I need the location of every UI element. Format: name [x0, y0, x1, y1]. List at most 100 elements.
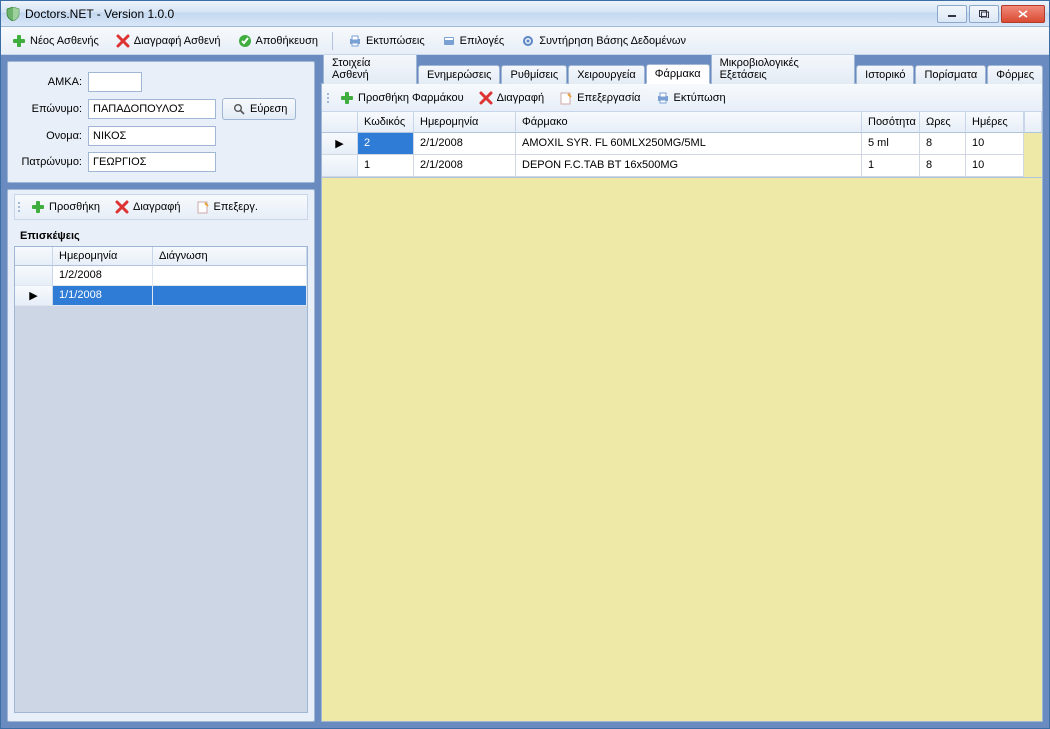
col-date[interactable]: Ημερομηνία: [53, 247, 153, 266]
printer-icon: [347, 33, 363, 49]
new-patient-label: Νέος Ασθενής: [30, 35, 99, 47]
meds-grid-header: Κωδικός Ημερομηνία Φάρμακο Ποσότητα Ωρες…: [322, 112, 1042, 133]
tab-updates[interactable]: Ενημερώσεις: [418, 65, 500, 84]
tab-history[interactable]: Ιστορικό: [856, 65, 914, 84]
tab-findings[interactable]: Πορίσματα: [915, 65, 986, 84]
med-print-button[interactable]: Εκτύπωση: [649, 88, 732, 108]
med-code-cell[interactable]: 2: [358, 133, 414, 155]
pencil-icon: [195, 199, 211, 215]
visits-grid-header: Ημερομηνία Διάγνωση: [15, 247, 307, 266]
close-button[interactable]: [1001, 5, 1045, 23]
pencil-icon: [558, 90, 574, 106]
meds-grid-wrap: Κωδικός Ημερομηνία Φάρμακο Ποσότητα Ωρες…: [322, 112, 1042, 721]
save-label: Αποθήκευση: [256, 35, 318, 47]
app-window: Doctors.NET - Version 1.0.0 Νέος Ασθενής: [0, 0, 1050, 729]
options-label: Επιλογές: [460, 35, 505, 47]
gear-icon: [520, 33, 536, 49]
row-indicator-icon: ▶: [322, 133, 358, 155]
meds-row[interactable]: 1 2/1/2008 DEPON F.C.TAB BT 16x500MG 1 8…: [322, 155, 1042, 177]
plus-icon: [30, 199, 46, 215]
row-header-icon: [322, 155, 358, 177]
print-button[interactable]: Εκτυπώσεις: [341, 31, 431, 51]
x-red-icon: [478, 90, 494, 106]
amka-input[interactable]: [88, 72, 142, 92]
surname-input[interactable]: [88, 99, 216, 119]
x-red-icon: [114, 199, 130, 215]
col-date[interactable]: Ημερομηνία: [414, 112, 516, 133]
search-button-label: Εύρεση: [250, 103, 287, 115]
row-indicator-icon: ▶: [15, 286, 53, 306]
col-code[interactable]: Κωδικός: [358, 112, 414, 133]
med-qty-cell[interactable]: 5 ml: [862, 133, 920, 155]
col-hours[interactable]: Ωρες: [920, 112, 966, 133]
visits-row[interactable]: ▶ 1/1/2008: [15, 286, 307, 306]
visit-add-label: Προσθήκη: [49, 201, 100, 213]
med-days-cell[interactable]: 10: [966, 133, 1024, 155]
med-hours-cell[interactable]: 8: [920, 155, 966, 177]
name-input[interactable]: [88, 126, 216, 146]
med-qty-cell[interactable]: 1: [862, 155, 920, 177]
plus-icon: [339, 90, 355, 106]
right-column: Στοιχεία Ασθενή Ενημερώσεις Ρυθμίσεις Χε…: [321, 61, 1043, 722]
name-label: Ονομα:: [16, 130, 88, 142]
med-add-button[interactable]: Προσθήκη Φαρμάκου: [333, 88, 470, 108]
plus-icon: [11, 33, 27, 49]
med-date-cell[interactable]: 2/1/2008: [414, 155, 516, 177]
minimize-button[interactable]: [937, 5, 967, 23]
tab-forms[interactable]: Φόρμες: [987, 65, 1043, 84]
visit-add-button[interactable]: Προσθήκη: [24, 197, 106, 217]
row-header-icon: [15, 266, 53, 286]
tab-meds[interactable]: Φάρμακα: [646, 64, 710, 84]
visits-grid[interactable]: Ημερομηνία Διάγνωση 1/2/2008 ▶ 1/1/2008: [14, 246, 308, 713]
med-drug-cell[interactable]: DEPON F.C.TAB BT 16x500MG: [516, 155, 862, 177]
med-print-label: Εκτύπωση: [674, 92, 726, 104]
med-edit-label: Επεξεργασία: [577, 92, 640, 104]
options-button[interactable]: Επιλογές: [435, 31, 511, 51]
visit-date-cell[interactable]: 1/2/2008: [53, 266, 153, 286]
med-code-cell[interactable]: 1: [358, 155, 414, 177]
magnifier-icon: [231, 101, 247, 117]
father-input[interactable]: [88, 152, 216, 172]
med-delete-button[interactable]: Διαγραφή: [472, 88, 551, 108]
options-icon: [441, 33, 457, 49]
visits-row[interactable]: 1/2/2008: [15, 266, 307, 286]
visits-title: Επισκέψεις: [14, 228, 308, 246]
patient-form-panel: ΑΜΚΑ: Επώνυμο: Εύρεση Ονομα:: [7, 61, 315, 183]
app-shield-icon: [5, 6, 21, 22]
tab-patient-info[interactable]: Στοιχεία Ασθενή: [323, 55, 417, 84]
med-hours-cell[interactable]: 8: [920, 133, 966, 155]
delete-patient-button[interactable]: Διαγραφή Ασθενή: [109, 31, 227, 51]
window-controls: [935, 5, 1045, 23]
col-drug[interactable]: Φάρμακο: [516, 112, 862, 133]
med-date-cell[interactable]: 2/1/2008: [414, 133, 516, 155]
db-maint-label: Συντήρηση Βάσης Δεδομένων: [539, 35, 686, 47]
save-button[interactable]: Αποθήκευση: [231, 31, 324, 51]
new-patient-button[interactable]: Νέος Ασθενής: [5, 31, 105, 51]
grip-icon: [326, 93, 329, 103]
search-button[interactable]: Εύρεση: [222, 98, 296, 120]
db-maint-button[interactable]: Συντήρηση Βάσης Δεδομένων: [514, 31, 692, 51]
col-qty[interactable]: Ποσότητα: [862, 112, 920, 133]
father-label: Πατρώνυμο:: [16, 156, 88, 168]
med-add-label: Προσθήκη Φαρμάκου: [358, 92, 464, 104]
visit-diagnosis-cell[interactable]: [153, 266, 307, 286]
meds-row[interactable]: ▶ 2 2/1/2008 AMOXIL SYR. FL 60MLX250MG/5…: [322, 133, 1042, 155]
med-delete-label: Διαγραφή: [497, 92, 545, 104]
med-edit-button[interactable]: Επεξεργασία: [552, 88, 646, 108]
col-days[interactable]: Ημέρες: [966, 112, 1024, 133]
visit-edit-label: Επεξεργ.: [214, 201, 258, 213]
med-drug-cell[interactable]: AMOXIL SYR. FL 60MLX250MG/5ML: [516, 133, 862, 155]
meds-grid[interactable]: Κωδικός Ημερομηνία Φάρμακο Ποσότητα Ωρες…: [322, 112, 1042, 178]
tab-micro[interactable]: Μικροβιολογικές Εξετάσεις: [711, 55, 856, 84]
med-days-cell[interactable]: 10: [966, 155, 1024, 177]
tab-settings[interactable]: Ρυθμίσεις: [501, 65, 567, 84]
surname-label: Επώνυμο:: [16, 103, 88, 115]
visit-delete-label: Διαγραφή: [133, 201, 181, 213]
tab-surgery[interactable]: Χειρουργεία: [568, 65, 645, 84]
visit-date-cell[interactable]: 1/1/2008: [53, 286, 153, 306]
visit-diagnosis-cell[interactable]: [153, 286, 307, 306]
maximize-button[interactable]: [969, 5, 999, 23]
col-diagnosis[interactable]: Διάγνωση: [153, 247, 307, 266]
visit-edit-button[interactable]: Επεξεργ.: [189, 197, 264, 217]
visit-delete-button[interactable]: Διαγραφή: [108, 197, 187, 217]
